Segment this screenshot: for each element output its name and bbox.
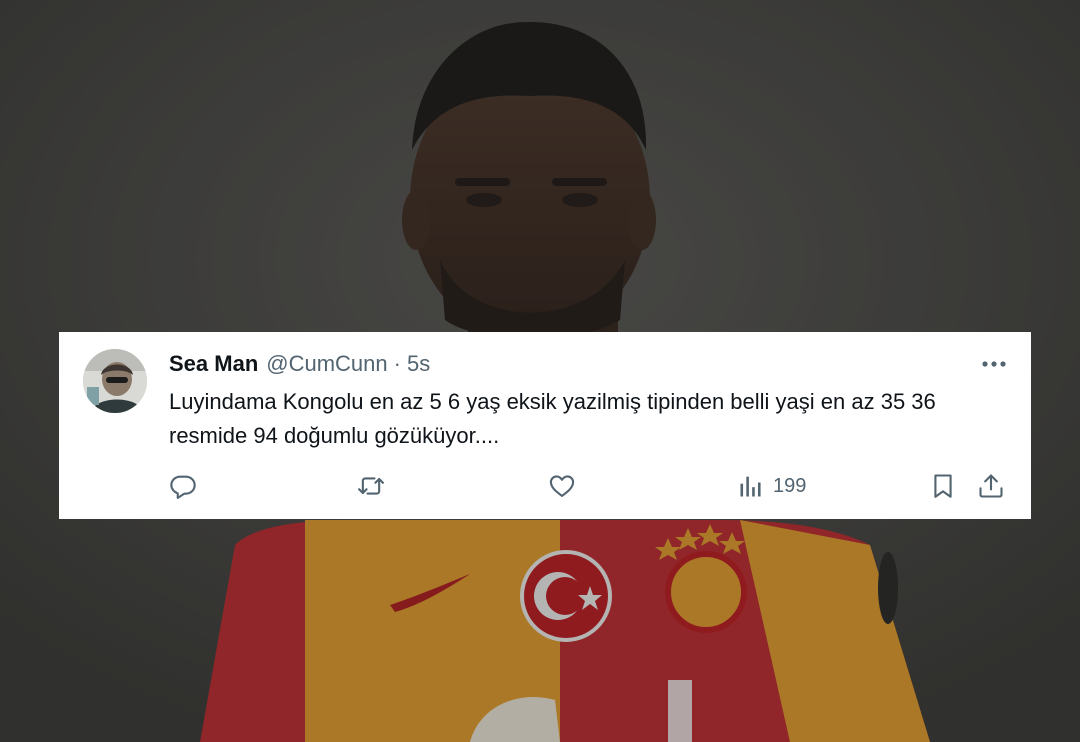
share-icon — [977, 472, 1005, 500]
more-options-button[interactable] — [979, 351, 1009, 377]
tweet-actions: 199 — [59, 469, 1031, 503]
tweet-card[interactable]: Sea Man @CumCunn · 5s Luyindama Kongolu … — [59, 332, 1031, 519]
like-button[interactable] — [548, 469, 576, 503]
avatar[interactable] — [83, 349, 147, 413]
views-icon — [737, 472, 765, 500]
user-handle[interactable]: @CumCunn — [266, 351, 387, 377]
tweet-text: Luyindama Kongolu en az 5 6 yaş eksik ya… — [169, 389, 936, 448]
retweet-icon — [357, 472, 385, 500]
tweet-header: Sea Man @CumCunn · 5s — [169, 351, 430, 377]
header-separator: · — [393, 351, 401, 376]
views-count: 199 — [773, 474, 807, 497]
reply-button[interactable] — [169, 469, 197, 503]
screenshot-stage: Sea Man @CumCunn · 5s Luyindama Kongolu … — [0, 0, 1080, 742]
tweet-timestamp[interactable]: 5s — [407, 351, 430, 377]
bookmark-button[interactable] — [929, 469, 957, 503]
share-button[interactable] — [977, 469, 1005, 503]
display-name[interactable]: Sea Man — [169, 351, 258, 377]
views-button[interactable]: 199 — [737, 469, 806, 503]
like-icon — [548, 472, 576, 500]
bookmark-icon — [929, 472, 957, 500]
retweet-button[interactable] — [357, 469, 385, 503]
reply-icon — [169, 472, 197, 500]
more-horizontal-icon — [981, 360, 1007, 368]
